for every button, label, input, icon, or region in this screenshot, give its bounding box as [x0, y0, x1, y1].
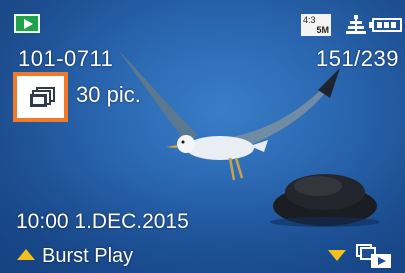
picture-size-value: 5M	[316, 25, 329, 35]
playback-display-mode-icon[interactable]	[355, 242, 395, 270]
battery-icon	[369, 18, 402, 32]
burst-group-icon	[30, 87, 55, 107]
picture-counter: 151/239	[315, 46, 399, 71]
burst-picture-count: 30 pic.	[76, 82, 141, 107]
quality-icon	[346, 15, 366, 34]
folder-file-number: 101-0711	[18, 46, 114, 71]
burst-play-hint[interactable]: Burst Play	[42, 245, 133, 268]
burst-group-highlight	[13, 72, 68, 122]
up-arrow-icon	[17, 249, 35, 260]
aspect-ratio-badge: 4:3 5M	[301, 14, 331, 36]
aspect-ratio-value: 4:3	[303, 15, 316, 25]
recording-datetime: 10:00 1.DEC.2015	[16, 210, 189, 233]
playback-mode-icon	[14, 14, 40, 33]
camera-playback-screen: 4:3 5M 101-0711 151/239 30 pic. 10:00 1.…	[0, 0, 405, 273]
down-arrow-icon	[328, 250, 346, 261]
